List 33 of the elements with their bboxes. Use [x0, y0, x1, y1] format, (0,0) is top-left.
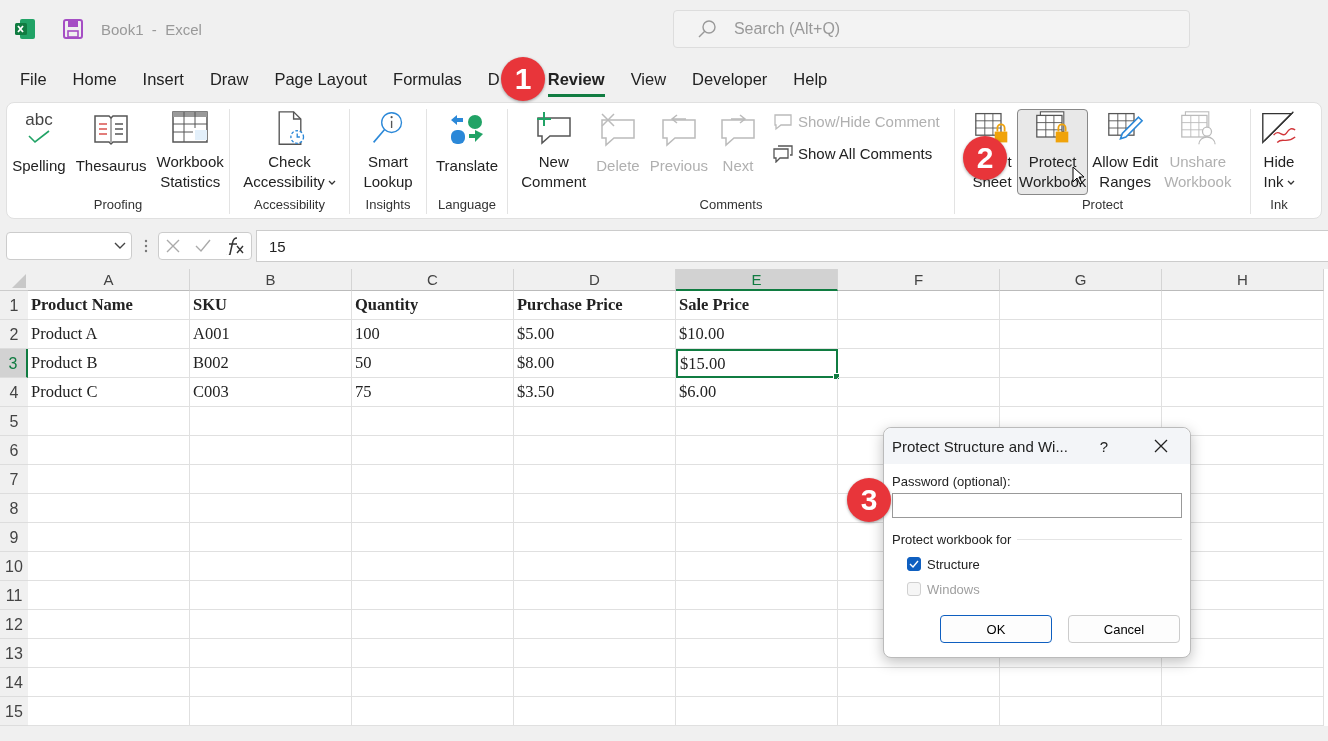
- group-label: Insights: [364, 197, 412, 214]
- table-cell: 75: [352, 378, 514, 407]
- section-label: Protect workbook for: [892, 532, 1012, 547]
- checkbox-label: Structure: [927, 556, 980, 572]
- table-cell: C003: [190, 378, 352, 407]
- window-title: Book1 - Excel: [101, 20, 202, 38]
- field-label: Password (optional):: [892, 474, 1012, 489]
- table-cell: B002: [190, 349, 352, 378]
- table-cell: $3.50: [514, 378, 676, 407]
- table-cell: $8.00: [514, 349, 676, 378]
- table-cell: Product A: [28, 320, 190, 349]
- dialog-title: Protect Structure and Wi...: [892, 437, 1069, 455]
- table-cell: 50: [352, 349, 514, 378]
- group-label: Comments: [698, 197, 764, 214]
- table-cell: A001: [190, 320, 352, 349]
- table-cell: Product C: [28, 378, 190, 407]
- table-cell: $10.00: [676, 320, 838, 349]
- group-label: Proofing: [92, 197, 144, 214]
- checkbox-label: Windows: [927, 581, 980, 597]
- group-label: Ink: [1269, 197, 1289, 214]
- table-cell: Quantity: [352, 291, 514, 320]
- table-cell: $5.00: [514, 320, 676, 349]
- table-cell: 100: [352, 320, 514, 349]
- table-cell: Purchase Price: [514, 291, 676, 320]
- table-cell: SKU: [190, 291, 352, 320]
- table-cell: $6.00: [676, 378, 838, 407]
- table-cell: Sale Price: [676, 291, 838, 320]
- table-cell: Product Name: [28, 291, 190, 320]
- group-label: Accessibility: [253, 197, 326, 214]
- table-cell: Product B: [28, 349, 190, 378]
- step-badge: 1: [501, 57, 545, 101]
- group-label: Protect: [1080, 197, 1125, 214]
- group-label: Language: [437, 197, 497, 214]
